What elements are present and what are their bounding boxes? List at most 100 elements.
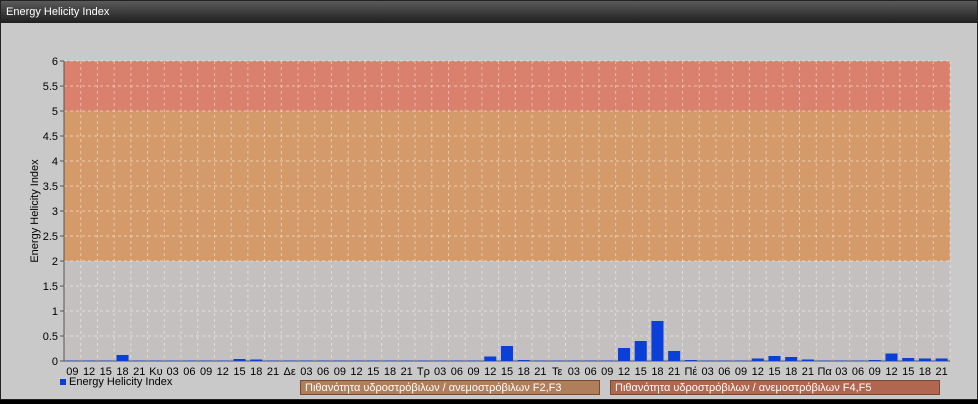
x-tick-label: 09 <box>869 366 881 378</box>
data-bar <box>400 360 413 361</box>
data-bar <box>450 360 463 361</box>
legend-label: Energy Helicity Index <box>69 376 173 388</box>
x-tick-label: 03 <box>568 366 580 378</box>
x-tick-label: 09 <box>467 366 479 378</box>
x-tick-label: 21 <box>401 366 413 378</box>
y-tick-label: 0 <box>52 356 58 368</box>
x-tick-label: 03 <box>434 366 446 378</box>
data-bar <box>484 356 497 361</box>
y-tick-label: 2 <box>52 256 58 268</box>
x-tick-label: 18 <box>384 366 396 378</box>
x-tick-label: 21 <box>534 366 546 378</box>
x-tick-label: 21 <box>936 366 948 378</box>
data-bar <box>835 360 848 361</box>
x-tick-label: Τε <box>552 366 563 378</box>
x-tick-label: 18 <box>250 366 262 378</box>
data-bar <box>868 360 881 361</box>
data-bar <box>233 359 246 361</box>
x-tick-label: 18 <box>919 366 931 378</box>
data-bar <box>567 360 580 361</box>
y-tick-label: 0.5 <box>43 331 58 343</box>
data-bar <box>183 360 196 361</box>
data-bar <box>200 360 213 361</box>
x-tick-label: 06 <box>317 366 329 378</box>
data-bar <box>317 360 330 361</box>
data-bar <box>383 360 396 361</box>
data-bar <box>434 360 447 361</box>
data-bar <box>133 360 146 361</box>
y-tick-label: 1.5 <box>43 281 58 293</box>
x-tick-label: 06 <box>718 366 730 378</box>
window-titlebar: Energy Helicity Index <box>1 1 977 23</box>
x-tick-label: 12 <box>484 366 496 378</box>
band-label-f4f5: Πιθανότητα υδροστρόβιλων / ανεμοστρόβιλω… <box>610 380 940 395</box>
data-bar <box>902 358 915 361</box>
data-bar <box>668 351 681 361</box>
x-tick-label: 12 <box>752 366 764 378</box>
data-bar <box>701 360 714 361</box>
y-tick-label: 5 <box>52 106 58 118</box>
chart-legend: Energy Helicity Index <box>60 376 172 388</box>
data-bar <box>350 360 363 361</box>
y-tick-label: 1 <box>52 306 58 318</box>
x-tick-label: 15 <box>501 366 513 378</box>
data-bar <box>99 360 112 361</box>
y-axis-title: Energy Helicity Index <box>29 159 41 263</box>
y-tick-label: 3 <box>52 206 58 218</box>
chart-window: Energy Helicity Index 0 0.5 1 1.5 2 2.5 3 3.5 4 4… <box>0 0 978 400</box>
data-bar <box>417 360 430 361</box>
x-tick-label: 18 <box>785 366 797 378</box>
x-tick-label: 09 <box>200 366 212 378</box>
data-bar <box>283 360 296 361</box>
data-bar <box>651 321 664 361</box>
data-bar <box>634 341 647 361</box>
band-label-f2f3: Πιθανότητα υδροστρόβιλων / ανεμοστρόβιλω… <box>300 380 600 395</box>
data-bar <box>517 360 530 361</box>
x-tick-label: 09 <box>334 366 346 378</box>
x-tick-label: 15 <box>768 366 780 378</box>
data-bar <box>333 360 346 361</box>
data-bar <box>551 360 564 361</box>
data-bar <box>751 358 764 361</box>
x-tick-label: 09 <box>601 366 613 378</box>
data-bar <box>367 360 380 361</box>
y-tick-label: 4.5 <box>43 131 58 143</box>
x-tick-label: 12 <box>217 366 229 378</box>
data-bar <box>467 360 480 361</box>
data-bar <box>735 360 748 361</box>
y-tick-label: 6 <box>52 56 58 68</box>
data-bar <box>684 360 697 361</box>
x-tick-label: 21 <box>668 366 680 378</box>
x-tick-label: 03 <box>835 366 847 378</box>
x-tick-label: 12 <box>350 366 362 378</box>
x-tick-label: Δε <box>284 366 296 378</box>
y-tick-label: 3.5 <box>43 181 58 193</box>
x-tick-label: 03 <box>701 366 713 378</box>
data-bar <box>83 360 96 361</box>
data-bar <box>149 360 162 361</box>
x-tick-label: 06 <box>451 366 463 378</box>
x-tick-label: 21 <box>802 366 814 378</box>
data-bar <box>266 360 279 361</box>
y-tick-label: 4 <box>52 156 58 168</box>
helicity-chart: 0 0.5 1 1.5 2 2.5 3 3.5 4 4.5 5 5.5 6 Energy Helicity… <box>29 56 951 378</box>
data-bar <box>216 360 229 361</box>
data-bar <box>818 360 831 361</box>
data-bar <box>601 360 614 361</box>
x-tick-label: 03 <box>300 366 312 378</box>
x-tick-label: 18 <box>651 366 663 378</box>
data-bar <box>300 360 313 361</box>
legend-swatch <box>60 379 66 385</box>
x-tick-label: 06 <box>183 366 195 378</box>
data-bar <box>718 360 731 361</box>
x-tick-label: Τρ <box>417 366 430 378</box>
data-bar <box>500 346 514 361</box>
x-tick-label: 15 <box>233 366 245 378</box>
data-bar <box>768 356 781 361</box>
data-bar <box>918 358 931 361</box>
data-bar <box>785 357 798 361</box>
data-bar <box>116 355 129 361</box>
x-tick-label: 09 <box>735 366 747 378</box>
x-tick-label: 12 <box>618 366 630 378</box>
data-bar <box>66 360 79 361</box>
